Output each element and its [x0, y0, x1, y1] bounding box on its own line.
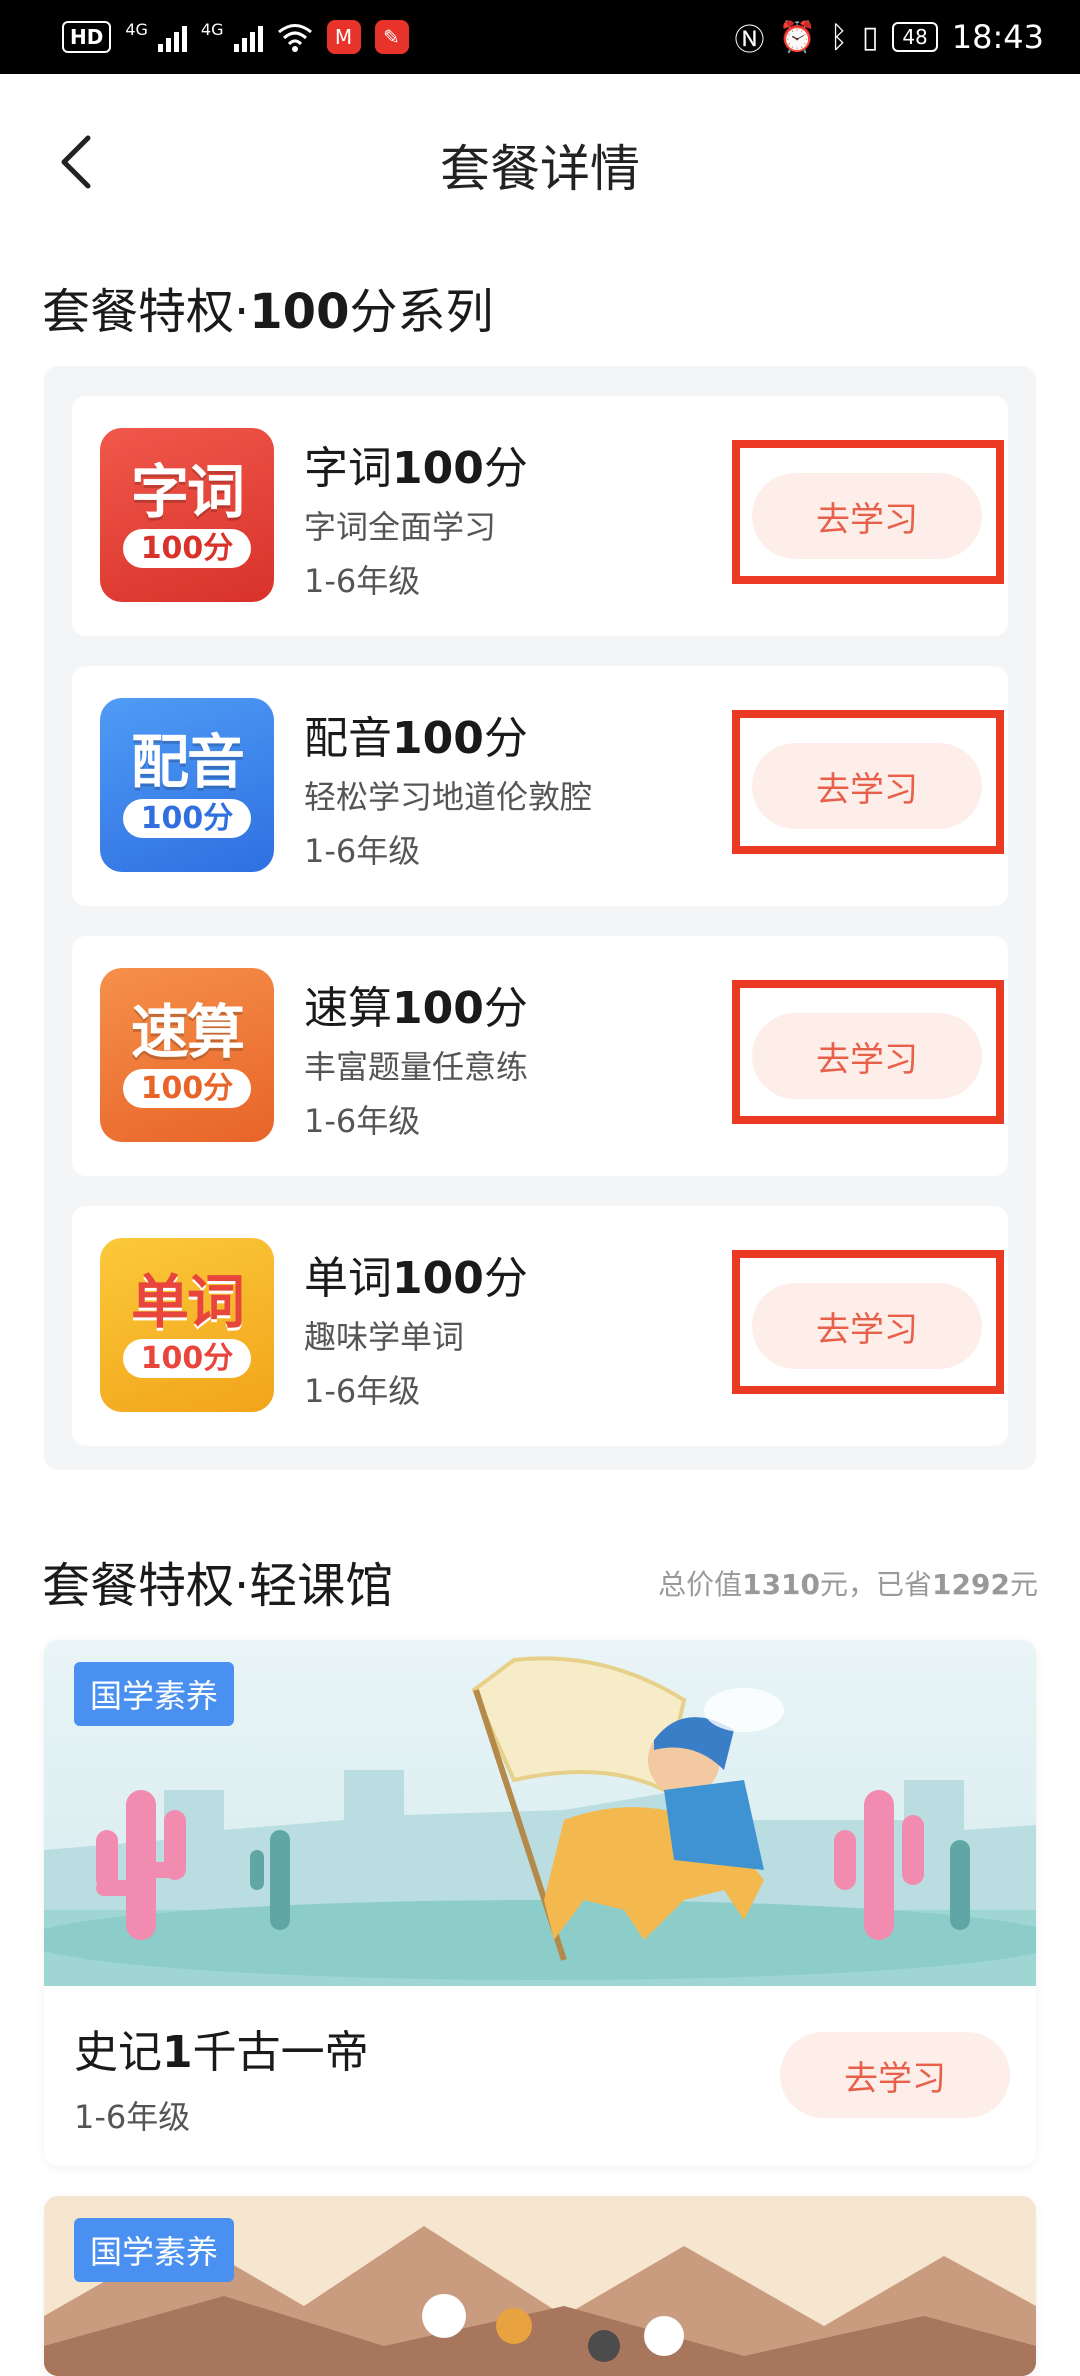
course-grade: 1-6年级: [304, 1102, 421, 1140]
clock: 18:43: [951, 18, 1044, 56]
note-suffix: 元: [1009, 1568, 1038, 1601]
course-grade: 1-6年级: [304, 832, 421, 870]
course-grade: 1-6年级: [304, 1372, 421, 1410]
course-description: 轻松学习地道伦敦腔: [304, 778, 593, 816]
course-name-suffix: 分: [483, 713, 528, 764]
course-name-suffix: 分: [483, 443, 528, 494]
ziwei-logo: 字词 100分: [100, 428, 274, 602]
note-total: 1310: [742, 1568, 821, 1601]
light-course-card[interactable]: 国学素养 史记1千古一帝 1-6年级 去学习: [44, 1640, 1036, 2166]
course-list-panel: 字词 100分 字词100分 字词全面学习 1-6年级 去学习 配音 100分 …: [44, 366, 1036, 1470]
go-study-button[interactable]: 去学习: [752, 743, 982, 829]
course-description: 丰富题量任意练: [304, 1048, 529, 1086]
go-study-button[interactable]: 去学习: [780, 2032, 1010, 2118]
app-notification-icon: M: [326, 20, 361, 54]
course-description: 字词全面学习: [304, 508, 497, 546]
section-title-prefix: 套餐特权·: [42, 284, 250, 340]
course-name-prefix: 单词: [304, 1253, 392, 1304]
danci-logo: 单词 100分: [100, 1238, 274, 1412]
category-tag: 国学素养: [74, 1662, 235, 1726]
course-name-prefix: 史记: [74, 2027, 162, 2078]
section-title-light-course: 套餐特权·轻课馆: [42, 1558, 394, 1614]
logo-badge: 100分: [122, 1338, 252, 1378]
note-prefix: 总价值: [658, 1568, 743, 1601]
network-type-1: 4G: [125, 20, 148, 39]
logo-title: 速算: [130, 997, 245, 1066]
bluetooth-icon: ᛒ: [829, 19, 848, 55]
section-title-number: 100: [249, 284, 350, 340]
susuan-logo: 速算 100分: [100, 968, 274, 1142]
section-title-suffix: 分系列: [349, 284, 494, 340]
course-card-susuan[interactable]: 速算 100分 速算100分 丰富题量任意练 1-6年级 去学习: [72, 936, 1008, 1176]
logo-badge: 100分: [122, 798, 252, 838]
course-name: 史记1千古一帝: [74, 2016, 369, 2080]
course-name-prefix: 字词: [304, 443, 392, 494]
wifi-icon: [277, 24, 312, 52]
course-name-suffix: 千古一帝: [192, 2027, 369, 2078]
status-bar-left: HD 4G 4G M ✎: [62, 20, 409, 54]
hd-indicator: HD: [62, 21, 112, 53]
course-name-prefix: 速算: [304, 983, 392, 1034]
category-tag: 国学素养: [74, 2218, 235, 2282]
course-grade: 1-6年级: [74, 2098, 191, 2136]
course-name: 配音100分: [304, 702, 528, 766]
light-course-card[interactable]: 国学素养: [44, 2196, 1036, 2376]
signal-icon: [157, 22, 187, 52]
note-mid: 元，已省: [820, 1568, 933, 1601]
app-notification-icon: ✎: [374, 20, 409, 54]
course-name-number: 100: [392, 443, 484, 494]
battery-icon: 48: [892, 22, 938, 52]
course-name-number: 100: [392, 1253, 484, 1304]
course-name-prefix: 配音: [304, 713, 392, 764]
course-name: 速算100分: [304, 972, 528, 1036]
course-card-danci[interactable]: 单词 100分 单词100分 趣味学单词 1-6年级 去学习: [72, 1206, 1008, 1446]
network-type-2: 4G: [200, 20, 224, 39]
logo-title: 配音: [130, 727, 245, 796]
logo-title: 单词: [130, 1267, 245, 1336]
total-value-note: 总价值1310元，已省1292元: [658, 1563, 1038, 1603]
course-name: 单词100分: [304, 1242, 528, 1306]
course-name-suffix: 分: [483, 1253, 528, 1304]
status-bar-right: Ⓝ ⏰ ᛒ ▯ 48 18:43: [734, 15, 1044, 59]
vibrate-icon: ▯: [861, 19, 879, 55]
course-description: 趣味学单词: [304, 1318, 465, 1356]
go-study-button[interactable]: 去学习: [752, 1013, 982, 1099]
course-name-number: 1: [162, 2027, 193, 2078]
course-card-peiyin[interactable]: 配音 100分 配音100分 轻松学习地道伦敦腔 1-6年级 去学习: [72, 666, 1008, 906]
alarm-icon: ⏰: [778, 19, 816, 55]
logo-badge: 100分: [122, 528, 252, 568]
course-name-suffix: 分: [483, 983, 528, 1034]
nav-bar: 套餐详情: [0, 74, 1080, 244]
course-card-ziwei[interactable]: 字词 100分 字词100分 字词全面学习 1-6年级 去学习: [72, 396, 1008, 636]
section-title-series: 套餐特权·100分系列: [42, 272, 493, 342]
peiyin-logo: 配音 100分: [100, 698, 274, 872]
signal-icon: [233, 22, 263, 52]
page-title: 套餐详情: [440, 140, 640, 198]
go-study-button[interactable]: 去学习: [752, 1283, 982, 1369]
nfc-icon: Ⓝ: [734, 23, 765, 58]
note-saved: 1292: [932, 1568, 1010, 1601]
course-grade: 1-6年级: [304, 562, 421, 600]
logo-title: 字词: [130, 457, 245, 526]
status-bar: HD 4G 4G M ✎ Ⓝ ⏰ ᛒ ▯ 48 18:43: [0, 0, 1080, 74]
logo-badge: 100分: [122, 1068, 252, 1108]
course-name: 字词100分: [304, 432, 528, 496]
course-name-number: 100: [392, 713, 484, 764]
go-study-button[interactable]: 去学习: [752, 473, 982, 559]
course-name-number: 100: [392, 983, 484, 1034]
